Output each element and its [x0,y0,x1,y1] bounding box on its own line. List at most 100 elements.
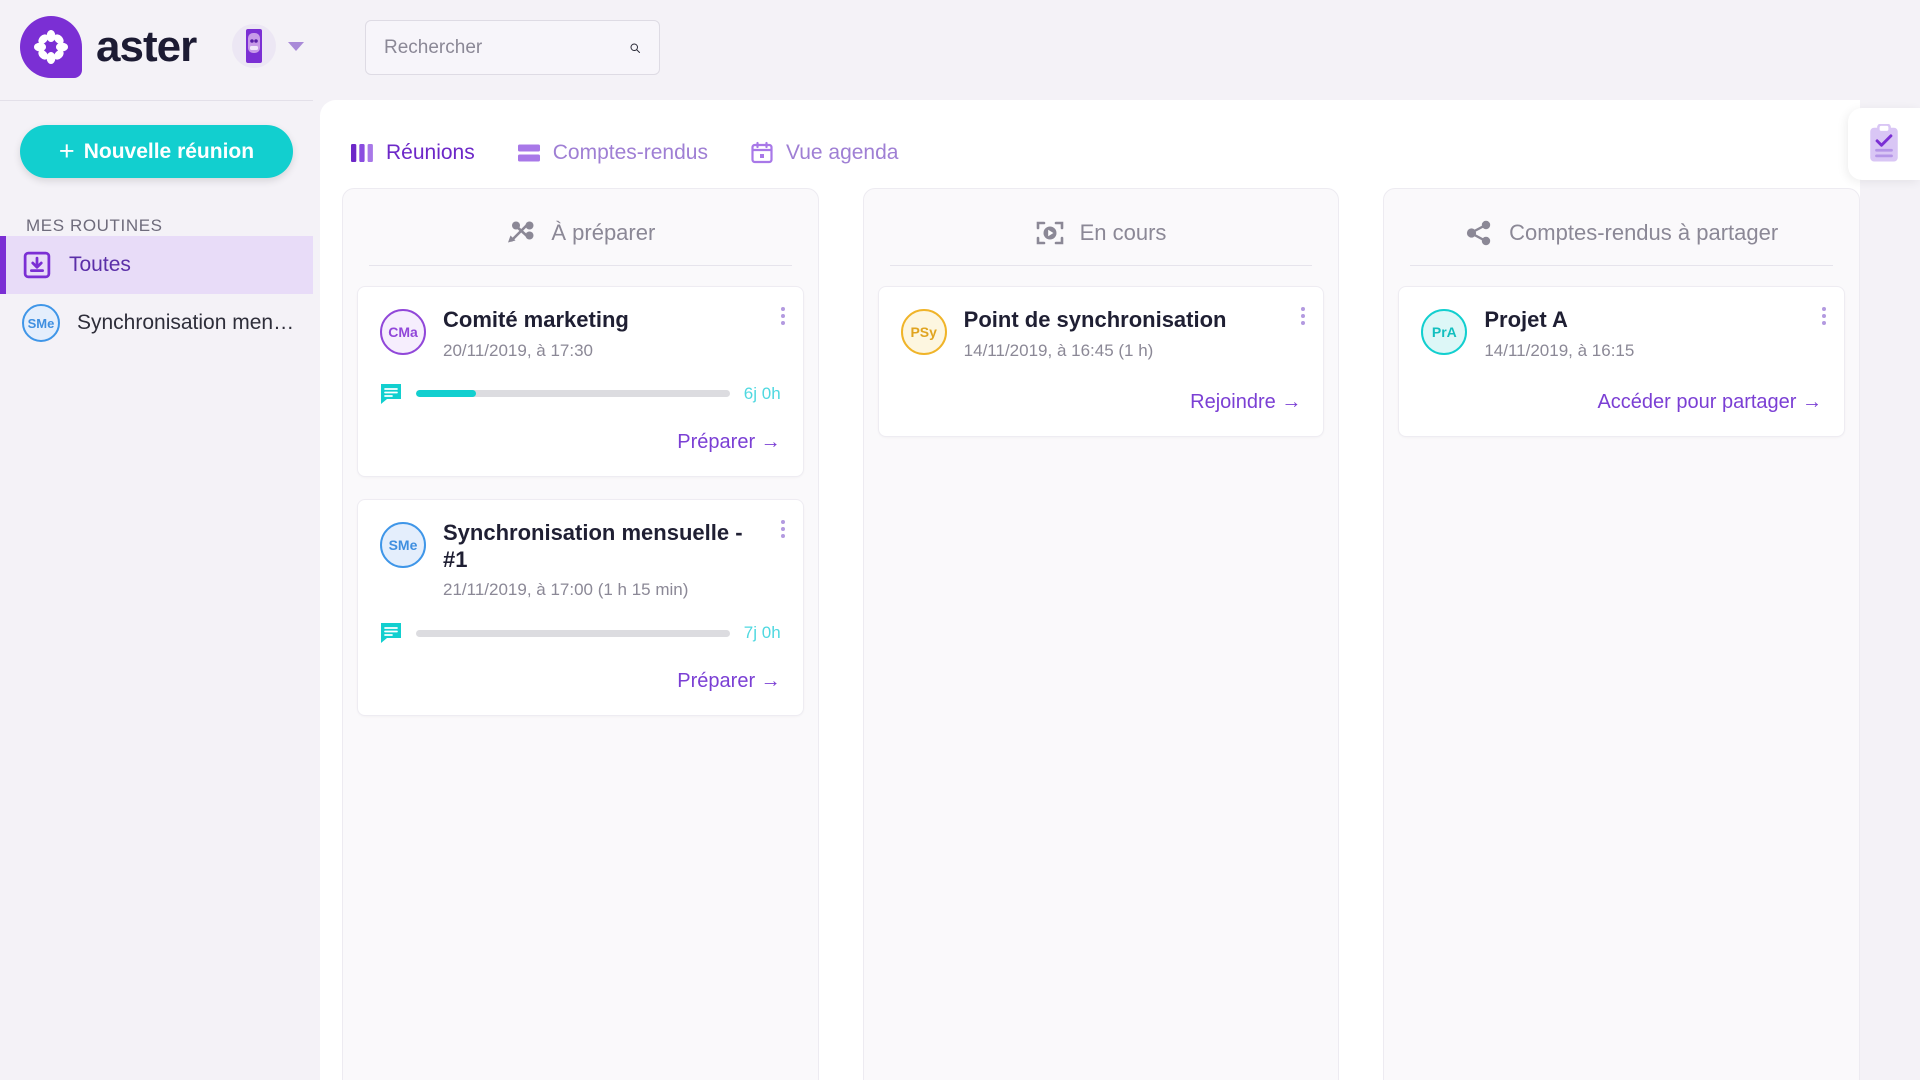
tab-label: Vue agenda [785,141,899,164]
card-title: Point de synchronisation [963,307,1227,332]
column-en-cours: En cours PSy Point de synchronisation 14… [862,188,1340,1080]
divider [1410,265,1834,266]
sidebar-item-synchronisation[interactable]: SMe Synchronisation men… [0,294,313,352]
tasks-widget[interactable] [1848,108,1920,180]
avatar-initials: SMe [388,536,418,553]
tab-label: Réunions [386,141,475,164]
tab-bar: Réunions Comptes-rendus Vue agenda [320,100,1860,178]
progress-row: 6j 0h [380,383,781,405]
progress-bar [416,390,730,398]
column-header: En cours [878,207,1325,259]
comment-icon [381,623,401,644]
avatar: SMe [22,304,60,342]
column-header: À préparer [357,207,804,259]
top-bar: aster [0,0,1920,100]
record-play-icon [1036,221,1063,245]
sidebar-item-label: Toutes [69,253,131,276]
new-meeting-button[interactable]: + Nouvelle réunion [20,125,293,178]
card-text: Comité marketing 20/11/2019, à 17:30 [443,307,655,361]
column-title: À préparer [551,220,656,245]
kebab-menu-icon[interactable] [1301,307,1306,325]
columns-icon [351,144,373,162]
card-header: CMa Comité marketing 20/11/2019, à 17:30 [380,307,781,361]
calendar-icon [751,141,773,164]
card-date: 14/11/2019, à 16:45 (1 h) [963,340,1154,360]
share-nodes-icon [1467,220,1491,246]
kebab-menu-icon[interactable] [780,307,785,325]
divider [889,265,1313,266]
report-card[interactable]: PrA Projet A 14/11/2019, à 16:15 Accéder… [1398,286,1846,437]
card-text: Projet A 14/11/2019, à 16:15 [1484,307,1634,361]
column-title: Comptes-rendus à partager [1509,220,1779,245]
sidebar-item-toutes[interactable]: Toutes [0,236,313,294]
rejoindre-link[interactable]: Rejoindre → [1190,391,1301,413]
avatar-initials: PrA [1431,324,1457,340]
progress-label: 7j 0h [743,623,781,643]
card-date: 14/11/2019, à 16:15 [1484,340,1635,360]
kebab-menu-icon[interactable] [1822,307,1827,325]
inbox-download-icon [23,251,51,279]
card-date: 20/11/2019, à 17:30 [443,340,593,360]
avatar-initials: SMe [27,315,55,331]
board-columns: À préparer CMa Comité marketing 20/11/20… [320,178,1861,1080]
avatar: PSy [900,309,947,355]
card-text: Synchronisation mensuelle - #1 21/11/201… [443,520,781,601]
avatar: PrA [1421,309,1468,355]
tab-vue-agenda[interactable]: Vue agenda [750,141,899,165]
meeting-card[interactable]: CMa Comité marketing 20/11/2019, à 17:30 [357,286,804,477]
progress-fill [416,390,476,398]
card-action: Préparer → [380,431,780,454]
progress-label: 6j 0h [743,383,781,403]
brand[interactable]: aster [20,16,197,78]
column-a-preparer: À préparer CMa Comité marketing 20/11/20… [342,188,819,1080]
rows-icon [517,144,540,162]
comment-icon [381,383,401,404]
user-avatar[interactable] [232,24,276,68]
search-icon[interactable] [629,36,641,60]
sidebar: + Nouvelle réunion MES ROUTINES Toutes S… [0,100,313,1080]
card-date: 21/11/2019, à 17:00 (1 h 15 min) [443,580,689,600]
search-input[interactable] [384,36,629,59]
card-title: Projet A [1484,307,1568,332]
preparer-link[interactable]: Préparer → [677,431,780,453]
routines-section-label: MES ROUTINES [26,216,163,235]
divider [369,265,792,266]
column-title: En cours [1079,220,1167,245]
preparer-link[interactable]: Préparer → [677,670,780,692]
new-meeting-label: Nouvelle réunion [83,139,255,163]
meeting-card[interactable]: SMe Synchronisation mensuelle - #1 21/11… [357,498,804,717]
sidebar-item-label: Synchronisation men… [77,311,295,334]
user-menu[interactable] [232,24,304,68]
card-action: Rejoindre → [901,391,1301,414]
app-root: aster + Nouv [0,0,1920,1080]
avatar-initials: PSy [910,324,937,340]
aster-flower-logo-icon [20,16,82,78]
meeting-card[interactable]: PSy Point de synchronisation 14/11/2019,… [877,286,1325,437]
card-header: PrA Projet A 14/11/2019, à 16:15 [1421,307,1822,361]
search-bar[interactable] [365,20,660,75]
avatar-initials: CMa [388,324,418,340]
avatar: SMe [380,521,426,568]
card-title: Synchronisation mensuelle - #1 [443,519,743,572]
progress-row: 7j 0h [380,622,781,644]
column-comptes-rendus-a-partager: Comptes-rendus à partager PrA Projet A 1… [1383,188,1861,1080]
clipboard-check-icon [1870,124,1898,162]
chevron-down-icon[interactable] [288,41,304,51]
card-action: Accéder pour partager → [1421,391,1822,414]
kebab-menu-icon[interactable] [780,519,785,538]
tab-comptes-rendus[interactable]: Comptes-rendus [517,141,708,165]
plus-icon: + [58,136,75,166]
card-text: Point de synchronisation 14/11/2019, à 1… [964,307,1253,361]
card-action: Préparer → [380,670,780,693]
tab-reunions[interactable]: Réunions [350,141,475,165]
brand-name: aster [96,22,197,71]
main-panel: Réunions Comptes-rendus Vue agenda À pré… [320,100,1861,1080]
acceder-partager-link[interactable]: Accéder pour partager → [1597,391,1822,413]
tab-label: Comptes-rendus [552,141,708,164]
card-header: SMe Synchronisation mensuelle - #1 21/11… [380,520,781,601]
share-arrow-icon [508,221,534,243]
progress-bar [416,629,730,637]
avatar: CMa [380,309,426,355]
card-title: Comité marketing [443,307,629,332]
card-header: PSy Point de synchronisation 14/11/2019,… [900,307,1302,361]
